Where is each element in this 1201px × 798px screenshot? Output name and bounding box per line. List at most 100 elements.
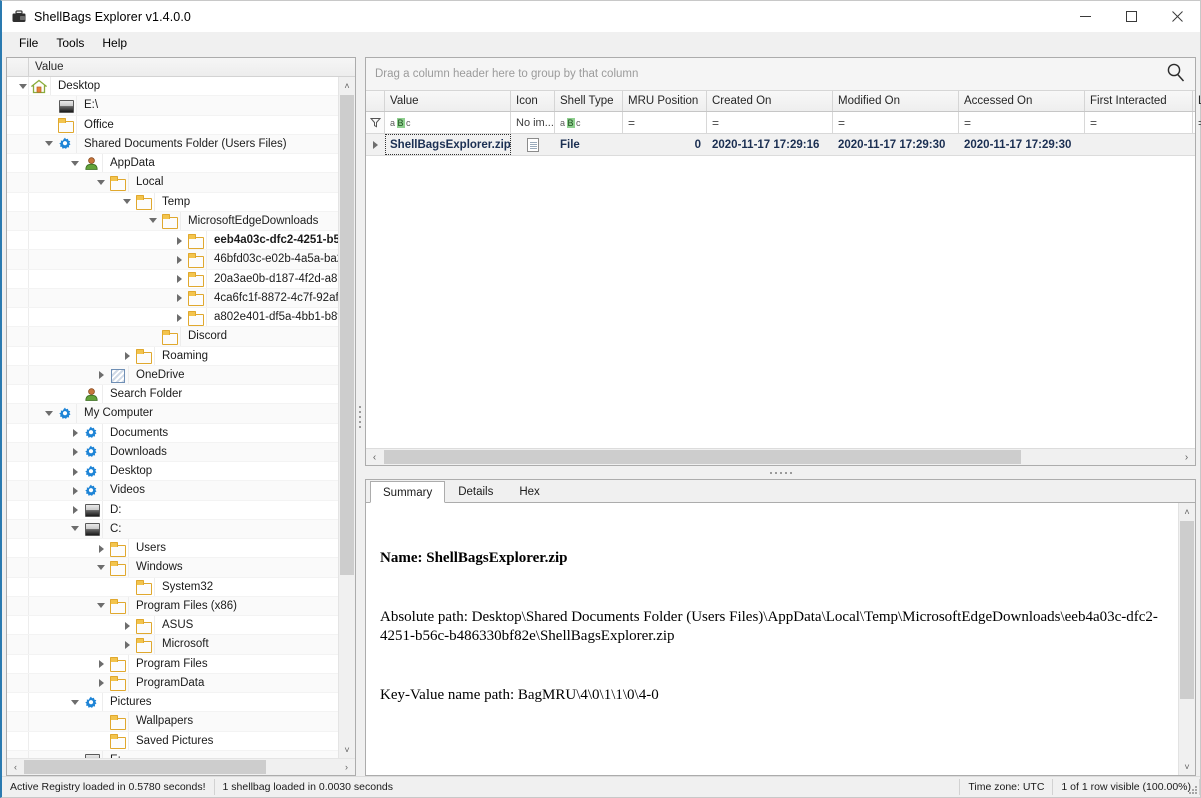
tree-scroll-down-icon[interactable]: ˅ bbox=[339, 741, 355, 758]
grid-filter-funnel-icon[interactable] bbox=[366, 112, 385, 133]
tree-expander-expanded-icon[interactable] bbox=[96, 600, 107, 611]
tree-row[interactable]: Discord bbox=[7, 327, 338, 347]
grid-scroll-right-icon[interactable]: › bbox=[1178, 449, 1195, 466]
tree-expander-expanded-icon[interactable] bbox=[18, 81, 29, 92]
tree-expander-collapsed-icon[interactable] bbox=[174, 254, 185, 265]
tree-row[interactable]: Desktop bbox=[7, 77, 338, 97]
tree-expander-collapsed-icon[interactable] bbox=[96, 658, 107, 669]
tree-row[interactable]: Windows bbox=[7, 558, 338, 578]
vertical-splitter[interactable] bbox=[356, 57, 365, 776]
tree-scroll-thumb[interactable] bbox=[340, 95, 354, 575]
tree-hscroll-thumb[interactable] bbox=[24, 760, 266, 774]
tree-expander-collapsed-icon[interactable] bbox=[174, 235, 185, 246]
grid-horizontal-scrollbar[interactable]: ‹ › bbox=[366, 448, 1195, 465]
tree-row[interactable]: Office bbox=[7, 115, 338, 135]
tree-row[interactable]: AppData bbox=[7, 154, 338, 174]
tree-expander-expanded-icon[interactable] bbox=[96, 562, 107, 573]
menu-help[interactable]: Help bbox=[93, 33, 136, 54]
tree-row[interactable]: E: bbox=[7, 750, 338, 758]
grid-header-shell-type[interactable]: Shell Type bbox=[555, 91, 623, 111]
tree-expander-collapsed-icon[interactable] bbox=[122, 639, 133, 650]
tree-row[interactable]: Local bbox=[7, 173, 338, 193]
minimize-button[interactable] bbox=[1062, 1, 1108, 32]
grid-column-headers[interactable]: Value Icon Shell Type MRU Position Created O… bbox=[366, 91, 1201, 112]
tree-row[interactable]: Search Folder bbox=[7, 385, 338, 405]
menu-file[interactable]: File bbox=[10, 33, 47, 54]
grid-filter-cell[interactable]: = bbox=[959, 112, 1085, 133]
tree-expander-expanded-icon[interactable] bbox=[70, 697, 81, 708]
grid-header-value[interactable]: Value bbox=[385, 91, 511, 111]
tree-expander-collapsed-icon[interactable] bbox=[96, 677, 107, 688]
tree-expander-expanded-icon[interactable] bbox=[122, 196, 133, 207]
grid-header-las[interactable]: Las bbox=[1193, 91, 1201, 111]
tree-expander-collapsed-icon[interactable] bbox=[70, 466, 81, 477]
tree-row[interactable]: Downloads bbox=[7, 442, 338, 462]
tree-expander-collapsed-icon[interactable] bbox=[174, 292, 185, 303]
tree-row[interactable]: Program Files (x86) bbox=[7, 596, 338, 616]
resize-grip-icon[interactable] bbox=[1188, 785, 1198, 795]
tree-expander-collapsed-icon[interactable] bbox=[70, 427, 81, 438]
details-scroll-down-icon[interactable]: ˅ bbox=[1179, 758, 1195, 775]
tree-expander-expanded-icon[interactable] bbox=[44, 138, 55, 149]
tree-row[interactable]: 4ca6fc1f-8872-4c7f-92af-a933c0ae2c0e bbox=[7, 288, 338, 308]
tree-vertical-scrollbar[interactable]: ˄ ˅ bbox=[338, 77, 355, 758]
horizontal-splitter[interactable] bbox=[365, 466, 1196, 479]
tree-row[interactable]: Shared Documents Folder (Users Files) bbox=[7, 134, 338, 154]
tree-row[interactable]: ASUS bbox=[7, 616, 338, 636]
tree-expander-collapsed-icon[interactable] bbox=[174, 312, 185, 323]
grid-filter-cell[interactable]: = bbox=[1193, 112, 1201, 133]
search-icon[interactable] bbox=[1165, 62, 1187, 87]
grid-header-first-interacted[interactable]: First Interacted bbox=[1085, 91, 1193, 111]
details-vertical-scrollbar[interactable]: ˄ ˅ bbox=[1178, 503, 1195, 775]
tree-row[interactable]: Temp bbox=[7, 192, 338, 212]
maximize-button[interactable] bbox=[1108, 1, 1154, 32]
tree-row[interactable]: eeb4a03c-dfc2-4251-b56c-b486330bf82e bbox=[7, 231, 338, 251]
tree-expander-collapsed-icon[interactable] bbox=[70, 485, 81, 496]
tree-expander-expanded-icon[interactable] bbox=[70, 158, 81, 169]
close-button[interactable] bbox=[1154, 1, 1200, 32]
grid-scroll-left-icon[interactable]: ‹ bbox=[366, 449, 383, 466]
tree-row[interactable]: MicrosoftEdgeDownloads bbox=[7, 211, 338, 231]
tree-row[interactable]: ProgramData bbox=[7, 673, 338, 693]
grid-header-created-on[interactable]: Created On bbox=[707, 91, 833, 111]
group-by-bar[interactable]: Drag a column header here to group by th… bbox=[366, 58, 1195, 91]
tree-row[interactable]: System32 bbox=[7, 577, 338, 597]
tree-row[interactable]: Documents bbox=[7, 423, 338, 443]
grid-header-modified-on[interactable]: Modified On bbox=[833, 91, 959, 111]
tree-row[interactable]: Videos bbox=[7, 481, 338, 501]
tree-row[interactable]: Program Files bbox=[7, 654, 338, 674]
tree-expander-expanded-icon[interactable] bbox=[70, 523, 81, 534]
grid-filter-cell[interactable]: = bbox=[833, 112, 959, 133]
tab-hex[interactable]: Hex bbox=[506, 480, 552, 502]
details-scroll-thumb[interactable] bbox=[1180, 521, 1194, 699]
tree-expander-expanded-icon[interactable] bbox=[44, 408, 55, 419]
tree-expander-collapsed-icon[interactable] bbox=[70, 446, 81, 457]
grid-row[interactable]: ShellBagsExplorer.zip File 0 2020-11-17 17:… bbox=[366, 134, 1195, 156]
tree-expander-collapsed-icon[interactable] bbox=[96, 369, 107, 380]
grid-cell-value[interactable]: ShellBagsExplorer.zip bbox=[385, 134, 511, 155]
tree-expander-collapsed-icon[interactable] bbox=[70, 504, 81, 515]
tree-expander-expanded-icon[interactable] bbox=[96, 177, 107, 188]
tree-row[interactable]: OneDrive bbox=[7, 365, 338, 385]
tree-expander-collapsed-icon[interactable] bbox=[122, 350, 133, 361]
tab-details[interactable]: Details bbox=[445, 480, 506, 502]
tree-expander-collapsed-icon[interactable] bbox=[174, 273, 185, 284]
tree-row[interactable]: E:\ bbox=[7, 96, 338, 116]
tree-row[interactable]: 46bfd03c-e02b-4a5a-ba2c-5d33db6cd4a2 bbox=[7, 250, 338, 270]
tree-row[interactable]: Wallpapers bbox=[7, 712, 338, 732]
grid-header-mru-position[interactable]: MRU Position bbox=[623, 91, 707, 111]
tree-expander-collapsed-icon[interactable] bbox=[122, 620, 133, 631]
grid-filter-cell[interactable]: aBc bbox=[385, 112, 511, 133]
tree-row[interactable]: a802e401-df5a-4bb1-b8f3-19f8d7d36b3f bbox=[7, 308, 338, 328]
grid-filter-cell[interactable]: No im... bbox=[511, 112, 555, 133]
tree-row[interactable]: Saved Pictures bbox=[7, 731, 338, 751]
tab-summary[interactable]: Summary bbox=[370, 481, 446, 503]
tree-row[interactable]: Desktop bbox=[7, 462, 338, 482]
details-scroll-up-icon[interactable]: ˄ bbox=[1179, 503, 1195, 520]
tree-horizontal-scrollbar[interactable]: ‹ › bbox=[7, 758, 355, 775]
grid-header-icon[interactable]: Icon bbox=[511, 91, 555, 111]
tree-row[interactable]: Users bbox=[7, 539, 338, 559]
tree-row[interactable]: D: bbox=[7, 500, 338, 520]
tree-scroll-left-icon[interactable]: ‹ bbox=[7, 762, 24, 772]
tree-row[interactable]: Roaming bbox=[7, 346, 338, 366]
